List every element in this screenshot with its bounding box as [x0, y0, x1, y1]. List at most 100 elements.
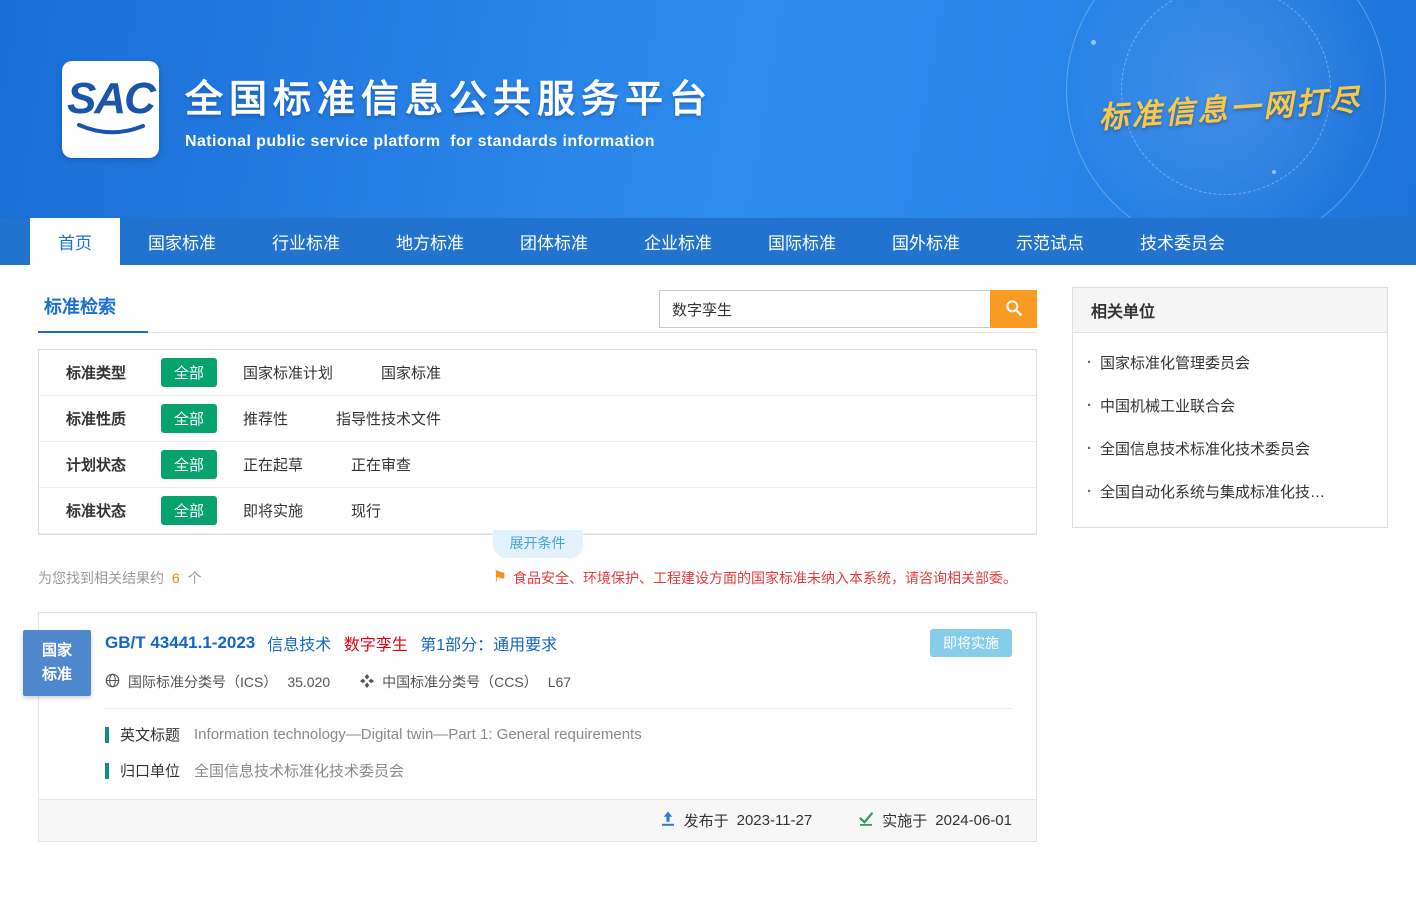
- nav-item-technical-committee[interactable]: 技术委员会: [1112, 218, 1253, 265]
- filter-label: 计划状态: [66, 454, 161, 475]
- filter-option[interactable]: 即将实施: [243, 500, 303, 521]
- main-nav: 首页 国家标准 行业标准 地方标准 团体标准 企业标准 国际标准 国外标准 示范…: [0, 218, 1416, 265]
- card-meta-row: 国际标准分类号（ICS） 35.020 中国标准分类号（CCS） L67: [105, 672, 1012, 709]
- title-segment: 信息技术: [267, 637, 331, 654]
- ccs-group: 中国标准分类号（CCS） L67: [360, 672, 571, 692]
- check-icon: [858, 811, 874, 831]
- sac-logo[interactable]: SAC: [62, 61, 159, 158]
- teal-bar-decoration: [105, 727, 109, 743]
- related-unit-link[interactable]: 国家标准化管理委员会: [1073, 341, 1387, 384]
- nav-item-industry-standards[interactable]: 行业标准: [244, 218, 368, 265]
- filter-row-standard-status: 标准状态 全部 即将实施 现行: [39, 488, 1036, 534]
- standard-result-card: 国家 标准 GB/T 43441.1-2023 信息技术 数字孪生 第1部分：通…: [38, 612, 1037, 842]
- notice-text: 食品安全、环境保护、工程建设方面的国家标准未纳入本系统，请咨询相关部委。: [513, 568, 1017, 588]
- search-input[interactable]: [659, 290, 990, 328]
- filter-option[interactable]: 指导性技术文件: [336, 408, 441, 429]
- nav-item-enterprise-standards[interactable]: 企业标准: [616, 218, 740, 265]
- filter-label: 标准状态: [66, 500, 161, 521]
- related-unit-link[interactable]: 全国自动化系统与集成标准化技…: [1073, 470, 1387, 513]
- filter-label: 标准性质: [66, 408, 161, 429]
- standard-title-link[interactable]: 信息技术 数字孪生 第1部分：通用要求: [267, 631, 565, 655]
- tab-standard-search[interactable]: 标准检索: [38, 287, 148, 333]
- dot-decoration: [1272, 170, 1276, 174]
- filter-option[interactable]: 国家标准计划: [243, 362, 333, 383]
- results-count: 6: [172, 570, 180, 586]
- ccs-label: 中国标准分类号（CCS）: [382, 672, 538, 692]
- nav-item-home[interactable]: 首页: [30, 218, 120, 265]
- national-standard-badge: 国家 标准: [23, 630, 91, 696]
- filter-option[interactable]: 正在起草: [243, 454, 303, 475]
- filter-all-button[interactable]: 全部: [161, 358, 217, 387]
- card-body: GB/T 43441.1-2023 信息技术 数字孪生 第1部分：通用要求 即将…: [39, 613, 1036, 799]
- ccs-value: L67: [548, 674, 571, 690]
- related-units-title: 相关单位: [1073, 288, 1387, 333]
- flag-icon: ⚑: [493, 570, 507, 586]
- teal-bar-decoration: [105, 763, 109, 779]
- classification-icon: [360, 674, 374, 691]
- expand-conditions-button[interactable]: 展开条件: [493, 530, 583, 558]
- filter-panel: 标准类型 全部 国家标准计划 国家标准 标准性质 全部 推荐性 指导性技术文件 …: [38, 349, 1037, 535]
- content-area: 标准检索 标准类型 全部 国家标准计划 国家标准: [0, 265, 1416, 902]
- filter-option[interactable]: 现行: [351, 500, 381, 521]
- site-subtitle: National public service platform for sta…: [185, 133, 713, 151]
- implemented-label: 实施于: [882, 810, 927, 831]
- filter-all-button[interactable]: 全部: [161, 450, 217, 479]
- nav-item-local-standards[interactable]: 地方标准: [368, 218, 492, 265]
- filter-label: 标准类型: [66, 362, 161, 383]
- filter-option[interactable]: 推荐性: [243, 408, 288, 429]
- published-item: 发布于 2023-11-27: [660, 810, 813, 831]
- ics-value: 35.020: [287, 674, 330, 690]
- filter-all-button[interactable]: 全部: [161, 496, 217, 525]
- site-header: SAC 全国标准信息公共服务平台 National public service…: [0, 0, 1416, 218]
- page: SAC 全国标准信息公共服务平台 National public service…: [0, 0, 1416, 902]
- related-units-panel: 相关单位 国家标准化管理委员会 中国机械工业联合会 全国信息技术标准化技术委员会…: [1072, 287, 1388, 528]
- logo-swoosh-icon: [75, 123, 147, 142]
- status-badge: 即将实施: [930, 629, 1012, 657]
- results-summary: 为您找到相关结果约 6 个: [38, 568, 202, 588]
- filter-row-plan-status: 计划状态 全部 正在起草 正在审查: [39, 442, 1036, 488]
- card-footer: 发布于 2023-11-27 实施于 2024-06-01: [39, 799, 1036, 841]
- detail-value: Information technology—Digital twin—Part…: [194, 726, 642, 743]
- system-notice: ⚑ 食品安全、环境保护、工程建设方面的国家标准未纳入本系统，请咨询相关部委。: [493, 568, 1017, 588]
- filter-all-button[interactable]: 全部: [161, 404, 217, 433]
- filter-option[interactable]: 国家标准: [381, 362, 441, 383]
- related-unit-link[interactable]: 中国机械工业联合会: [1073, 384, 1387, 427]
- sac-logo-text: SAC: [67, 77, 154, 121]
- published-date: 2023-11-27: [737, 812, 813, 829]
- search-box: [659, 290, 1037, 328]
- committee-row: 归口单位 全国信息技术标准化技术委员会: [105, 760, 1012, 781]
- badge-line: 国家: [42, 639, 72, 663]
- search-icon: [1004, 298, 1024, 321]
- main-column: 标准检索 标准类型 全部 国家标准计划 国家标准: [38, 287, 1037, 842]
- summary-suffix: 个: [188, 570, 202, 586]
- related-units-list: 国家标准化管理委员会 中国机械工业联合会 全国信息技术标准化技术委员会 全国自动…: [1073, 333, 1387, 527]
- card-title-row: GB/T 43441.1-2023 信息技术 数字孪生 第1部分：通用要求 即将…: [105, 629, 1012, 657]
- title-highlight: 数字孪生: [344, 637, 408, 654]
- nav-item-pilot[interactable]: 示范试点: [988, 218, 1112, 265]
- summary-prefix: 为您找到相关结果约: [38, 570, 164, 586]
- title-segment: 第1部分：通用要求: [420, 637, 557, 654]
- related-unit-link[interactable]: 全国信息技术标准化技术委员会: [1073, 427, 1387, 470]
- nav-item-foreign-standards[interactable]: 国外标准: [864, 218, 988, 265]
- site-title: 全国标准信息公共服务平台: [185, 68, 713, 123]
- filter-row-nature: 标准性质 全部 推荐性 指导性技术文件: [39, 396, 1036, 442]
- globe-icon: [105, 673, 120, 691]
- dot-decoration: [1091, 40, 1096, 45]
- filter-row-type: 标准类型 全部 国家标准计划 国家标准: [39, 350, 1036, 396]
- english-title-row: 英文标题 Information technology—Digital twin…: [105, 724, 1012, 745]
- detail-label: 英文标题: [120, 724, 180, 745]
- upload-icon: [660, 811, 676, 831]
- nav-item-international-standards[interactable]: 国际标准: [740, 218, 864, 265]
- standard-code-link[interactable]: GB/T 43441.1-2023: [105, 633, 255, 653]
- filter-option[interactable]: 正在审查: [351, 454, 411, 475]
- detail-value: 全国信息技术标准化技术委员会: [194, 760, 404, 781]
- implemented-date: 2024-06-01: [935, 812, 1012, 829]
- implemented-item: 实施于 2024-06-01: [858, 810, 1012, 831]
- nav-item-group-standards[interactable]: 团体标准: [492, 218, 616, 265]
- ics-group: 国际标准分类号（ICS） 35.020: [105, 672, 330, 692]
- nav-item-national-standards[interactable]: 国家标准: [120, 218, 244, 265]
- published-label: 发布于: [684, 810, 729, 831]
- search-button[interactable]: [990, 290, 1037, 328]
- results-summary-row: 为您找到相关结果约 6 个 ⚑ 食品安全、环境保护、工程建设方面的国家标准未纳入…: [38, 568, 1037, 588]
- ics-label: 国际标准分类号（ICS）: [128, 672, 277, 692]
